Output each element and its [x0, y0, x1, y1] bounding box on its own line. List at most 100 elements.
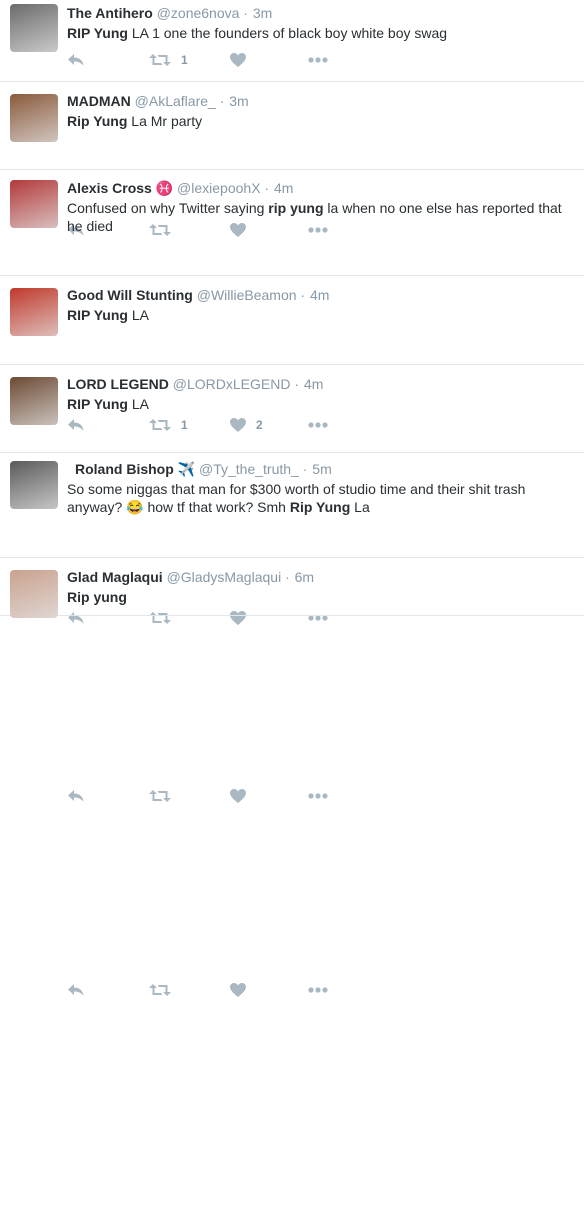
- author-name[interactable]: Glad Maglaqui: [67, 569, 163, 585]
- tweet-header: Good Will Stunting @WillieBeamon · 4m: [67, 286, 576, 304]
- reply-icon: [67, 789, 85, 803]
- retweet-icon: [149, 53, 171, 67]
- tweet-text: Rip Yung La Mr party: [67, 112, 576, 130]
- author-handle[interactable]: @lexiepoohX: [177, 180, 261, 196]
- highlighted-term: Rip Yung: [67, 113, 128, 129]
- highlighted-term: RIP Yung: [67, 396, 128, 412]
- separator-dot: ·: [290, 376, 303, 392]
- author-name[interactable]: Roland Bishop: [75, 461, 174, 477]
- tweet-content: Alexis Cross ♓ @lexiepoohX · 4m Confused …: [67, 179, 576, 235]
- reply-icon: [67, 983, 85, 997]
- tweet-text: So some niggas that man for $300 worth o…: [67, 480, 576, 516]
- reply-button[interactable]: [67, 983, 85, 997]
- author-handle[interactable]: @WillieBeamon: [197, 287, 297, 303]
- author-handle[interactable]: @Ty_the_truth_: [199, 461, 299, 477]
- reply-button[interactable]: [67, 789, 85, 803]
- author-name[interactable]: LORD LEGEND: [67, 376, 169, 392]
- separator-dot: ·: [215, 93, 229, 109]
- tweet-content: The Antihero @zone6nova · 3m RIP Yung LA …: [67, 4, 576, 42]
- avatar[interactable]: [10, 288, 58, 336]
- more-button[interactable]: [308, 57, 328, 63]
- tweet-text: RIP Yung LA 1 one the founders of black …: [67, 24, 576, 42]
- author-handle[interactable]: @AkLaflare_: [135, 93, 216, 109]
- more-button[interactable]: [308, 793, 328, 799]
- avatar[interactable]: [10, 4, 58, 52]
- more-icon: [308, 987, 328, 993]
- author-name[interactable]: Good Will Stunting: [67, 287, 193, 303]
- timestamp[interactable]: 3m: [229, 93, 248, 109]
- timestamp[interactable]: 5m: [312, 461, 331, 477]
- author-name[interactable]: The Antihero: [67, 5, 153, 21]
- name-emoji: ✈️: [177, 461, 196, 477]
- avatar[interactable]: [10, 94, 58, 142]
- text-segment: LA: [127, 396, 149, 412]
- text-segment: LA: [127, 307, 149, 323]
- tweet-feed: The Antihero @zone6nova · 3m RIP Yung LA …: [0, 0, 584, 997]
- tweet[interactable]: Good Will Stunting @WillieBeamon · 4m RIP…: [0, 276, 584, 625]
- text-segment: LA 1 one the founders of black boy white…: [127, 25, 448, 41]
- tweet-header: MADMAN @AkLaflare_ · 3m: [67, 92, 576, 110]
- avatar[interactable]: [10, 570, 58, 618]
- heart-button[interactable]: [230, 789, 246, 803]
- text-segment: La Mr party: [127, 113, 203, 129]
- heart-button[interactable]: [230, 53, 246, 67]
- tweet[interactable]: LORD LEGEND @LORDxLEGEND · 4m RIP Yung LA: [0, 365, 584, 803]
- heart-button[interactable]: [230, 983, 246, 997]
- retweet-icon: [149, 983, 171, 997]
- author-name[interactable]: MADMAN: [67, 93, 131, 109]
- separator-dot: ·: [296, 287, 309, 303]
- tweet[interactable]: MADMAN @AkLaflare_ · 3m Rip Yung La Mr pa…: [0, 82, 584, 237]
- text-segment: Confused on why Twitter saying: [67, 200, 269, 216]
- reply-button[interactable]: [67, 53, 85, 67]
- retweets-count: 1: [181, 53, 188, 67]
- tweet-header: Alexis Cross ♓ @lexiepoohX · 4m: [67, 179, 576, 197]
- tweet-header: Glad Maglaqui @GladysMaglaqui · 6m: [67, 568, 576, 586]
- more-button[interactable]: [308, 987, 328, 993]
- tweet-content: Roland Bishop ✈️ @Ty_the_truth_ · 5m So s…: [67, 460, 576, 516]
- text-segment: La: [350, 499, 370, 515]
- separator-dot: ·: [298, 461, 312, 477]
- tweet-text: RIP Yung LA: [67, 395, 576, 413]
- timestamp[interactable]: 3m: [253, 5, 272, 21]
- retweet-icon: [149, 789, 171, 803]
- name-emoji: ♓: [155, 180, 174, 196]
- tweet-header: LORD LEGEND @LORDxLEGEND · 4m: [67, 375, 576, 393]
- separator-dot: ·: [281, 569, 294, 585]
- more-icon: [308, 793, 328, 799]
- author-handle[interactable]: @GladysMaglaqui: [167, 569, 282, 585]
- tweet[interactable]: Alexis Cross ♓ @lexiepoohX · 4m Confused …: [0, 170, 584, 432]
- tweet-content: Good Will Stunting @WillieBeamon · 4m RIP…: [67, 286, 576, 324]
- reply-icon: [67, 53, 85, 67]
- author-handle[interactable]: @zone6nova: [157, 5, 240, 21]
- tweet-text: Rip yung: [67, 588, 576, 606]
- highlighted-term: Rip yung: [67, 589, 127, 605]
- heart-icon: [230, 789, 246, 803]
- tweet-header: Roland Bishop ✈️ @Ty_the_truth_ · 5m: [67, 460, 576, 478]
- timestamp[interactable]: 4m: [310, 287, 329, 303]
- highlighted-term: RIP Yung: [67, 25, 128, 41]
- retweet-button[interactable]: [149, 789, 171, 803]
- tweet-header: The Antihero @zone6nova · 3m: [67, 4, 576, 22]
- avatar[interactable]: [10, 461, 58, 509]
- tweet[interactable]: The Antihero @zone6nova · 3m RIP Yung LA …: [0, 0, 584, 82]
- timestamp[interactable]: 6m: [295, 569, 314, 585]
- avatar[interactable]: [10, 180, 58, 228]
- tweet-content: LORD LEGEND @LORDxLEGEND · 4m RIP Yung LA: [67, 375, 576, 413]
- tweet[interactable]: Glad Maglaqui @GladysMaglaqui · 6m Rip yu…: [0, 558, 584, 618]
- retweet-button[interactable]: 1: [149, 53, 188, 67]
- author-name[interactable]: Alexis Cross: [67, 180, 152, 196]
- tweet-text: RIP Yung LA: [67, 306, 576, 324]
- avatar[interactable]: [10, 377, 58, 425]
- more-icon: [308, 57, 328, 63]
- timestamp[interactable]: 4m: [274, 180, 293, 196]
- separator-dot: ·: [239, 5, 252, 21]
- tweet[interactable]: Roland Bishop ✈️ @Ty_the_truth_ · 5m So s…: [0, 453, 584, 997]
- heart-icon: [230, 983, 246, 997]
- retweet-button[interactable]: [149, 983, 171, 997]
- separator-dot: ·: [260, 180, 273, 196]
- timestamp[interactable]: 4m: [304, 376, 323, 392]
- author-handle[interactable]: @LORDxLEGEND: [173, 376, 291, 392]
- highlighted-term: rip yung: [268, 200, 324, 216]
- tweet-text: Confused on why Twitter saying rip yung …: [67, 199, 576, 235]
- highlighted-term: RIP Yung: [67, 307, 128, 323]
